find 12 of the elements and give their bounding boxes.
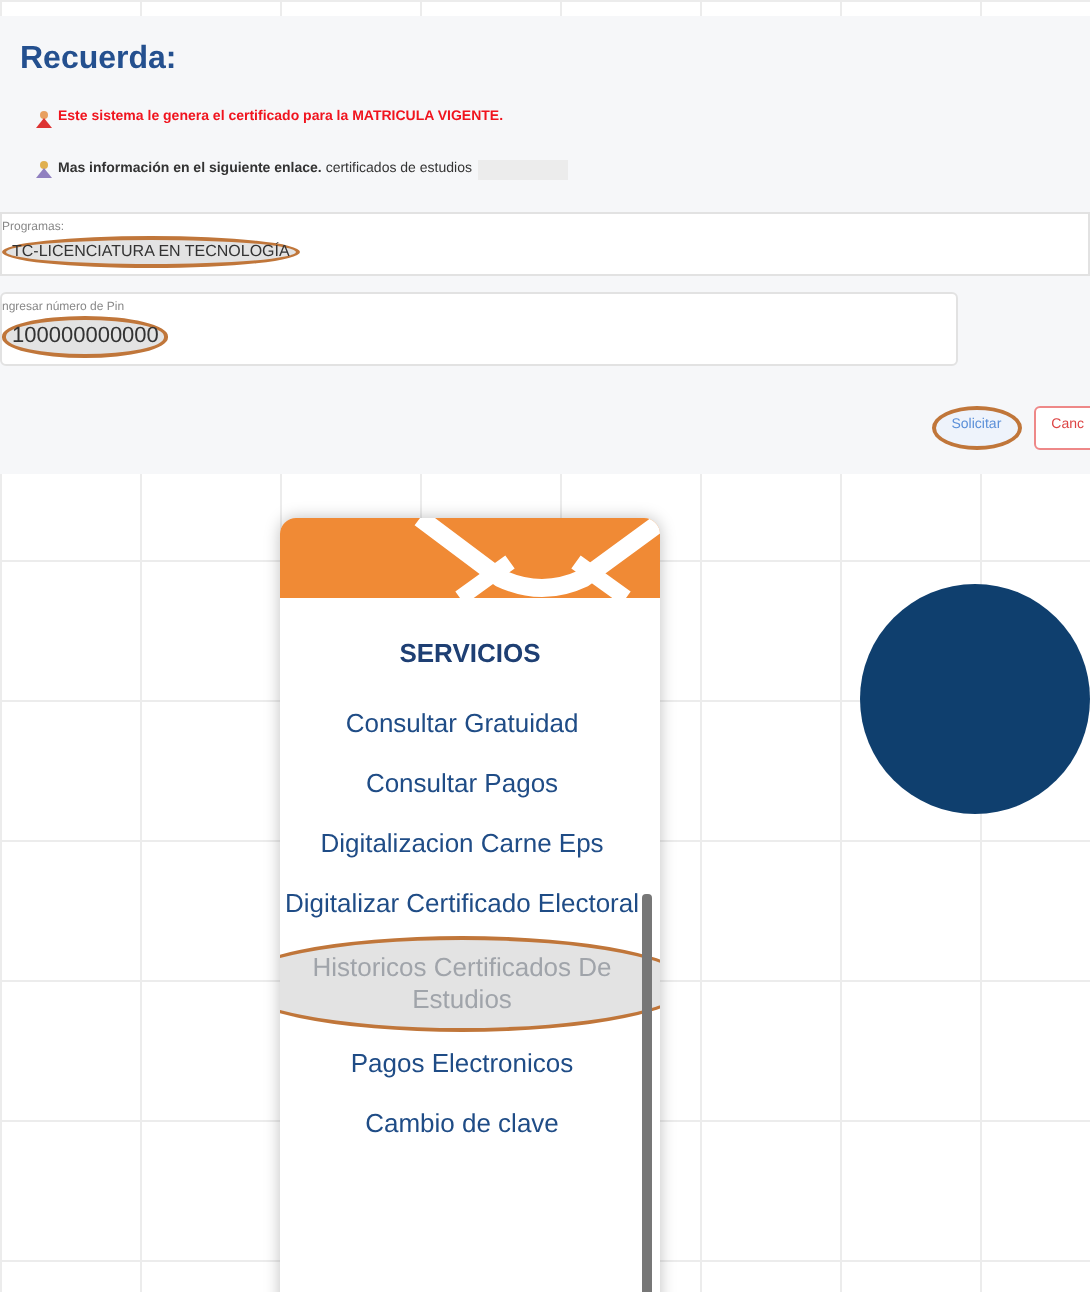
service-item[interactable]: Consultar Gratuidad — [280, 696, 660, 752]
person-icon — [36, 109, 52, 128]
service-item[interactable]: Consultar Pagos — [280, 756, 660, 812]
service-item[interactable]: Pagos Electronicos — [280, 1036, 660, 1092]
service-item[interactable]: Digitalizacion Carne Eps — [280, 816, 660, 872]
field-value: 100000000000 — [2, 316, 169, 357]
services-title: SERVICIOS — [399, 635, 541, 671]
field-value: TC-LICENCIATURA EN TECNOLOGÍA — [2, 236, 300, 268]
person-icon — [36, 160, 52, 179]
service-item[interactable]: Cambio de clave — [280, 1096, 660, 1152]
service-item[interactable]: Digitalizar Certificado Electoral — [280, 876, 660, 932]
notice-title: Recuerda: — [18, 40, 179, 80]
